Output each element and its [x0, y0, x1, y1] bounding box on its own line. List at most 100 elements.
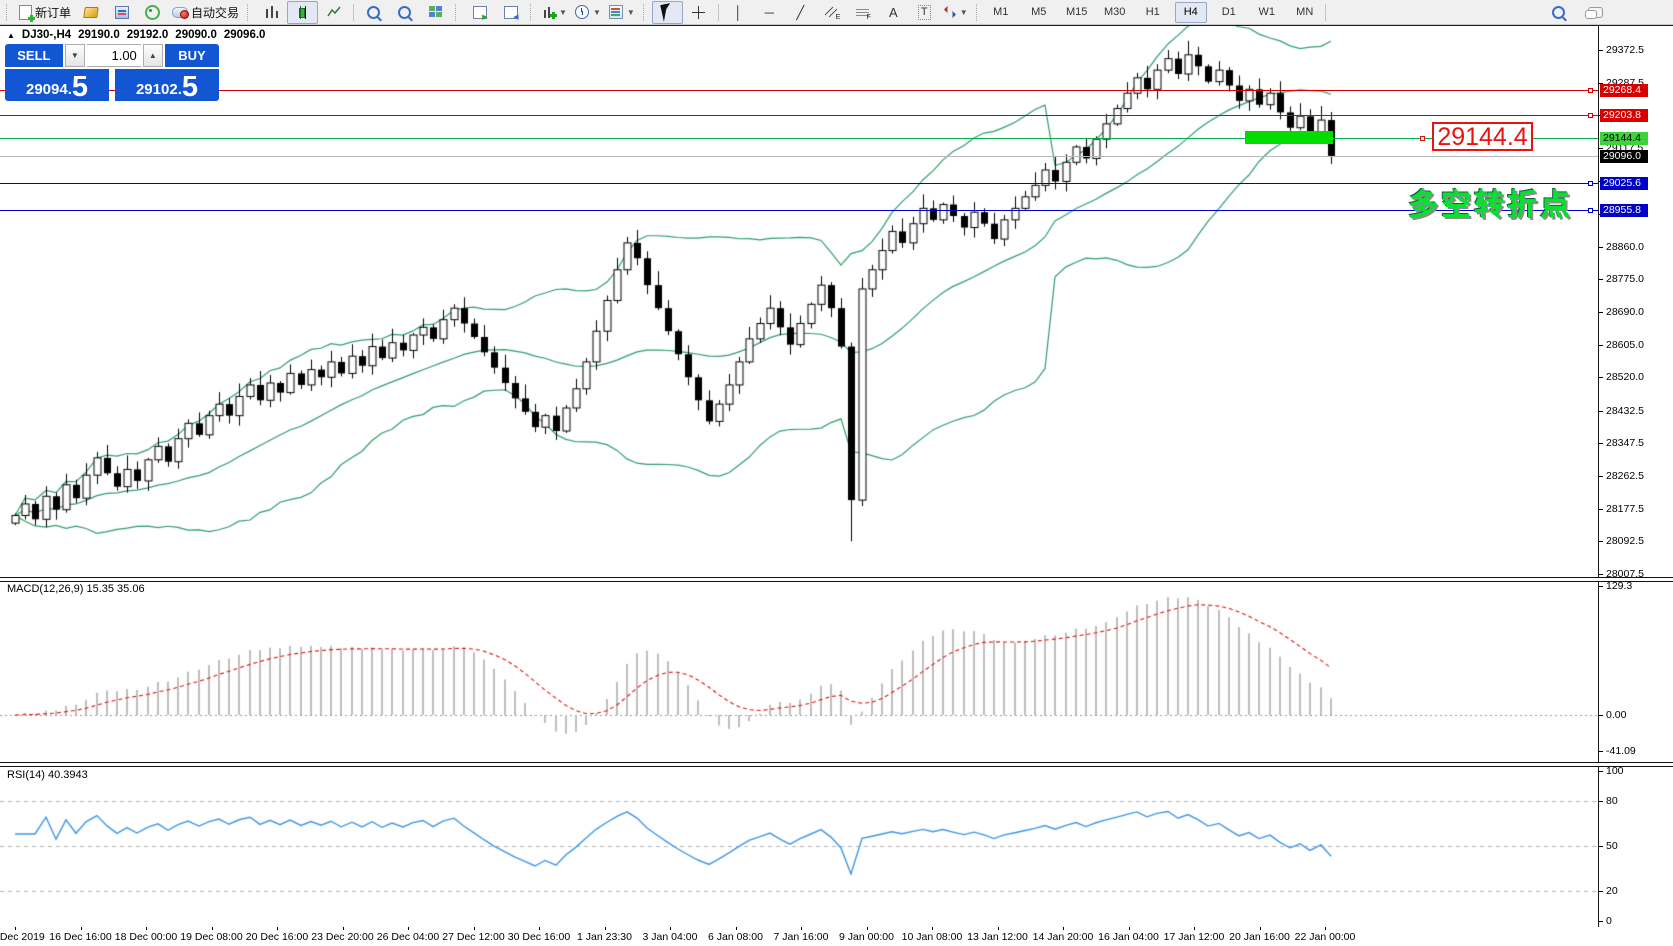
line-anchor-handle[interactable]: [1588, 88, 1593, 93]
toolbar-grip[interactable]: [247, 4, 252, 21]
channel-tool-button[interactable]: E: [816, 1, 847, 24]
toolbar-grip[interactable]: [976, 4, 981, 21]
zoom-out-button[interactable]: [389, 1, 420, 24]
volume-increase-button[interactable]: ▲: [143, 44, 163, 67]
timeframe-button-mn[interactable]: MN: [1289, 2, 1321, 23]
bar-chart-icon: [266, 6, 278, 18]
candlestick-chart-button[interactable]: [287, 1, 318, 24]
price-tick-label: 28520.0: [1606, 371, 1644, 383]
price-tick-mark: [1599, 247, 1603, 248]
timeframe-button-m5[interactable]: M5: [1023, 2, 1055, 23]
vertical-line-tool-button[interactable]: │: [723, 1, 754, 24]
fibonacci-tool-button[interactable]: F: [847, 1, 878, 24]
bar-chart-button[interactable]: [256, 1, 287, 24]
price-line[interactable]: [0, 183, 1598, 184]
timeframe-button-h1[interactable]: H1: [1137, 2, 1169, 23]
text-tool-button[interactable]: A: [878, 1, 909, 24]
arrange-windows-icon: [473, 6, 487, 19]
sell-price[interactable]: 29094.5: [5, 69, 109, 101]
ohlc-low: 29090.0: [175, 29, 217, 41]
trendline-tool-button[interactable]: ╱: [785, 1, 816, 24]
sell-button[interactable]: SELL: [5, 44, 63, 67]
tile-windows-button[interactable]: [420, 1, 451, 24]
template-icon: [609, 5, 623, 19]
cursor-tool-button[interactable]: [652, 1, 683, 24]
text-label-tool-button[interactable]: T: [909, 1, 940, 24]
date-tick-mark: [605, 927, 606, 930]
ohlc-high: 29192.0: [127, 29, 169, 41]
strategy-tester-button[interactable]: [106, 1, 137, 24]
zoom-in-button[interactable]: [358, 1, 389, 24]
toolbar-grip[interactable]: [455, 4, 460, 21]
timeframe-button-m15[interactable]: M15: [1061, 2, 1093, 23]
horizontal-line-tool-button[interactable]: ─: [754, 1, 785, 24]
date-tick-mark: [1260, 927, 1261, 930]
macd-tick-label: 129.3: [1606, 580, 1632, 592]
line-anchor-handle[interactable]: [1588, 181, 1593, 186]
date-tick-mark: [736, 927, 737, 930]
zoom-in-icon: [367, 6, 380, 19]
highlight-bar-drawing[interactable]: [1245, 131, 1333, 144]
price-line[interactable]: [0, 210, 1598, 211]
arrows-tool-button[interactable]: ▼: [940, 1, 972, 24]
price-callout-box[interactable]: 29144.4: [1432, 122, 1533, 151]
line-chart-button[interactable]: [318, 1, 349, 24]
buy-button[interactable]: BUY: [165, 44, 219, 67]
timeframe-button-h4[interactable]: H4: [1175, 2, 1207, 23]
price-line[interactable]: [0, 156, 1598, 157]
toolbar-grip[interactable]: [530, 4, 535, 21]
date-tick-mark: [212, 927, 213, 930]
timeframe-button-m30[interactable]: M30: [1099, 2, 1131, 23]
price-line-label: 29096.0: [1600, 150, 1648, 163]
price-line[interactable]: [0, 115, 1598, 116]
line-anchor-handle[interactable]: [1588, 113, 1593, 118]
toolbar-separator: [718, 4, 719, 21]
chevron-down-icon: ▼: [593, 8, 601, 17]
rsi-panel-canvas[interactable]: [0, 767, 1598, 927]
timeframe-button-m1[interactable]: M1: [985, 2, 1017, 23]
volume-input[interactable]: [87, 44, 141, 67]
chinese-note-text[interactable]: 多空转折点: [1408, 180, 1573, 224]
collapse-arrow-icon[interactable]: ▲: [7, 31, 15, 41]
date-label: 22 Jan 00:00: [1283, 931, 1367, 943]
buy-price[interactable]: 29102.5: [115, 69, 219, 101]
cascade-windows-button[interactable]: [495, 1, 526, 24]
date-tick-mark: [15, 927, 16, 930]
chat-button[interactable]: [1580, 1, 1611, 24]
date-tick-mark: [670, 927, 671, 930]
signals-button[interactable]: [137, 1, 168, 24]
date-tick-mark: [277, 927, 278, 930]
price-tick-mark: [1599, 148, 1603, 149]
periods-button[interactable]: ▼: [571, 1, 605, 24]
price-line[interactable]: [0, 90, 1598, 91]
line-anchor-handle[interactable]: [1420, 136, 1425, 141]
macd-panel-canvas[interactable]: [0, 582, 1598, 762]
toolbar-grip[interactable]: [643, 4, 648, 21]
macd-tick-label: 0.00: [1606, 709, 1626, 721]
crosshair-tool-button[interactable]: [683, 1, 714, 24]
line-chart-icon: [327, 6, 341, 18]
signals-icon: [145, 5, 160, 20]
price-tick-mark: [1599, 50, 1603, 51]
algo-trading-button[interactable]: 自动交易: [168, 1, 243, 24]
timeframe-button-w1[interactable]: W1: [1251, 2, 1283, 23]
auto-arrange-button[interactable]: [464, 1, 495, 24]
rsi-tick-mark: [1599, 771, 1603, 772]
main-chart-canvas[interactable]: [0, 26, 1598, 577]
vertical-line-icon: │: [734, 6, 742, 19]
line-anchor-handle[interactable]: [1588, 208, 1593, 213]
templates-button[interactable]: ▼: [605, 1, 639, 24]
search-button[interactable]: [1543, 1, 1574, 24]
macd-tick-mark: [1599, 586, 1603, 587]
toolbar-grip[interactable]: [6, 4, 11, 21]
volume-decrease-button[interactable]: ▼: [65, 44, 85, 67]
indicators-button[interactable]: ▼: [539, 1, 571, 24]
market-button[interactable]: [75, 1, 106, 24]
rsi-tick-mark: [1599, 921, 1603, 922]
new-order-button[interactable]: 新订单: [15, 1, 75, 24]
date-tick-mark: [408, 927, 409, 930]
chevron-down-icon: ▼: [627, 8, 635, 17]
tile-windows-icon: [429, 6, 442, 18]
timeframe-button-d1[interactable]: D1: [1213, 2, 1245, 23]
price-line[interactable]: [0, 138, 1598, 139]
